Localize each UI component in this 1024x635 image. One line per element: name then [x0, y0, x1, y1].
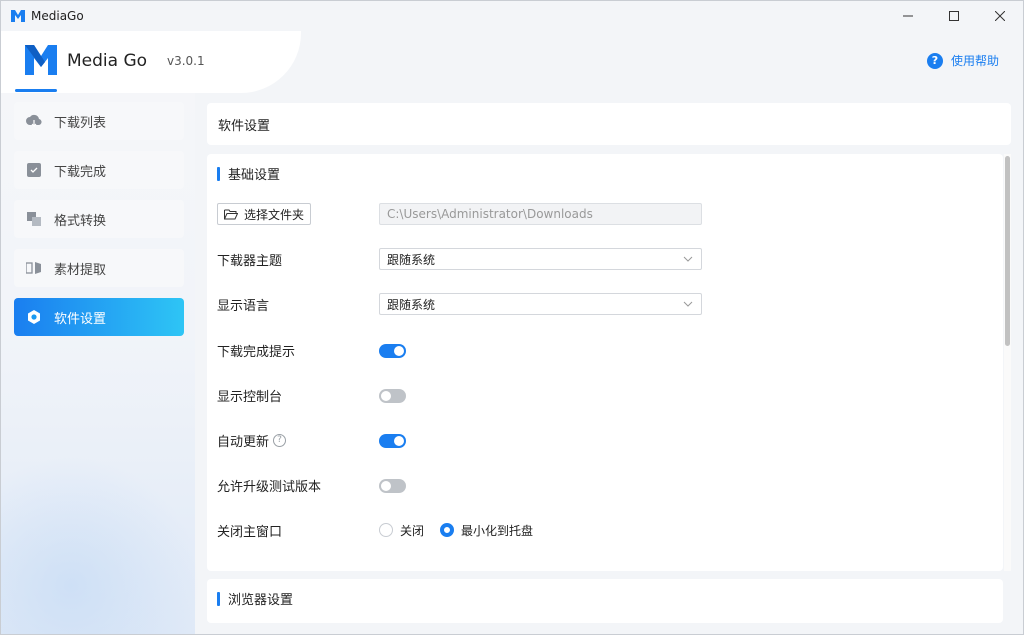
- beta-row: 允许升级测试版本: [217, 473, 997, 497]
- folder-open-icon: [224, 209, 238, 219]
- auto-update-row: 自动更新 ?: [217, 428, 997, 452]
- select-folder-label: 选择文件夹: [244, 207, 305, 222]
- radio-label: 关闭: [400, 523, 425, 538]
- scrollbar-thumb[interactable]: [1005, 156, 1010, 346]
- help-label: 使用帮助: [950, 54, 999, 68]
- help-link[interactable]: ? 使用帮助: [926, 52, 999, 69]
- download-notify-label: 下载完成提示: [217, 344, 296, 360]
- close-window-row: 关闭主窗口 关闭 最小化到托盘: [217, 518, 997, 542]
- inbox-check-icon: [26, 162, 42, 178]
- close-option-close[interactable]: 关闭: [379, 522, 424, 539]
- cloud-download-icon: [26, 113, 42, 129]
- app-logo-icon: [11, 10, 25, 22]
- close-window-label: 关闭主窗口: [217, 524, 283, 540]
- toggle-knob: [381, 481, 391, 491]
- section-title-text: 基础设置: [228, 168, 281, 183]
- toggle-knob: [394, 346, 404, 356]
- theme-select[interactable]: 跟随系统: [379, 248, 702, 270]
- download-folder-row: 选择文件夹 C:\Users\Administrator\Downloads: [217, 202, 997, 226]
- minimize-button[interactable]: [885, 1, 931, 31]
- language-label: 显示语言: [217, 298, 270, 314]
- close-icon: [995, 11, 1005, 21]
- sidebar-item-download-list[interactable]: 下载列表: [14, 102, 184, 140]
- chevron-down-icon: [683, 301, 693, 307]
- show-console-row: 显示控制台: [217, 383, 997, 407]
- radio-unchecked[interactable]: [379, 523, 393, 537]
- brand-underline: [15, 89, 57, 92]
- sidebar-item-download-complete[interactable]: 下载完成: [14, 151, 184, 189]
- language-select-value: 跟随系统: [387, 297, 436, 312]
- toggle-knob: [381, 391, 391, 401]
- download-notify-row: 下载完成提示: [217, 338, 997, 362]
- show-console-label: 显示控制台: [217, 389, 283, 405]
- sidebar-item-label: 软件设置: [54, 311, 107, 327]
- convert-icon: [26, 211, 42, 227]
- close-option-minimize-tray[interactable]: 最小化到托盘: [440, 522, 533, 539]
- language-row: 显示语言 跟随系统: [217, 292, 997, 316]
- settings-icon: [26, 309, 42, 325]
- close-button[interactable]: [977, 1, 1023, 31]
- section-title-basic: 基础设置: [217, 164, 280, 183]
- question-circle-icon: ?: [926, 52, 943, 69]
- brand-logo-icon: [25, 45, 57, 75]
- theme-select-value: 跟随系统: [387, 252, 436, 267]
- sidebar-item-label: 素材提取: [54, 262, 107, 278]
- sidebar-item-label: 下载列表: [54, 115, 107, 131]
- app-window: MediaGo Media Go v3.0.1 ? 使用帮助 下载列表 下载完成…: [0, 0, 1024, 635]
- sidebar-item-settings[interactable]: 软件设置: [14, 298, 184, 336]
- window-controls: [885, 1, 1023, 31]
- maximize-button[interactable]: [931, 1, 977, 31]
- radio-label: 最小化到托盘: [461, 523, 534, 538]
- version-label: v3.0.1: [167, 54, 205, 68]
- sidebar-item-format-convert[interactable]: 格式转换: [14, 200, 184, 238]
- auto-update-label-wrap: 自动更新 ?: [217, 431, 379, 450]
- sidebar-item-label: 下载完成: [54, 164, 107, 180]
- window-title: MediaGo: [31, 9, 84, 23]
- download-notify-toggle[interactable]: [379, 344, 406, 358]
- maximize-icon: [949, 11, 959, 21]
- browser-settings-panel: 浏览器设置: [207, 579, 1003, 623]
- section-marker: [217, 591, 220, 606]
- help-tooltip-icon[interactable]: ?: [273, 433, 287, 447]
- sidebar-item-label: 格式转换: [54, 213, 107, 229]
- sidebar-item-material-extract[interactable]: 素材提取: [14, 249, 184, 287]
- page-title: 软件设置: [207, 103, 1011, 145]
- select-folder-button[interactable]: 选择文件夹: [217, 203, 312, 225]
- beta-label: 允许升级测试版本: [217, 479, 322, 495]
- panel-scrollbar[interactable]: [1004, 154, 1011, 571]
- theme-label: 下载器主题: [217, 253, 283, 269]
- chevron-down-icon: [683, 256, 693, 262]
- auto-update-toggle[interactable]: [379, 434, 406, 448]
- download-path-field[interactable]: C:\Users\Administrator\Downloads: [379, 203, 702, 225]
- theme-row: 下载器主题 跟随系统: [217, 247, 997, 271]
- sidebar-nav: 下载列表 下载完成 格式转换 素材提取 软件设置: [14, 102, 184, 347]
- section-title-browser: 浏览器设置: [217, 589, 293, 608]
- beta-toggle[interactable]: [379, 479, 406, 493]
- show-console-toggle[interactable]: [379, 389, 406, 403]
- radio-checked[interactable]: [440, 523, 455, 537]
- toggle-knob: [394, 436, 404, 446]
- section-title-text: 浏览器设置: [228, 593, 294, 608]
- brand-name: Media Go: [67, 51, 148, 71]
- language-select[interactable]: 跟随系统: [379, 293, 702, 315]
- close-window-radio-group: 关闭 最小化到托盘: [379, 522, 533, 539]
- section-marker: [217, 166, 220, 181]
- settings-panel: 基础设置 选择文件夹 C:\Users\Administrator\Downlo…: [207, 154, 1003, 571]
- minimize-icon: [903, 15, 913, 17]
- extract-icon: [26, 260, 42, 276]
- title-bar[interactable]: MediaGo: [1, 1, 1023, 31]
- auto-update-label: 自动更新: [217, 434, 270, 450]
